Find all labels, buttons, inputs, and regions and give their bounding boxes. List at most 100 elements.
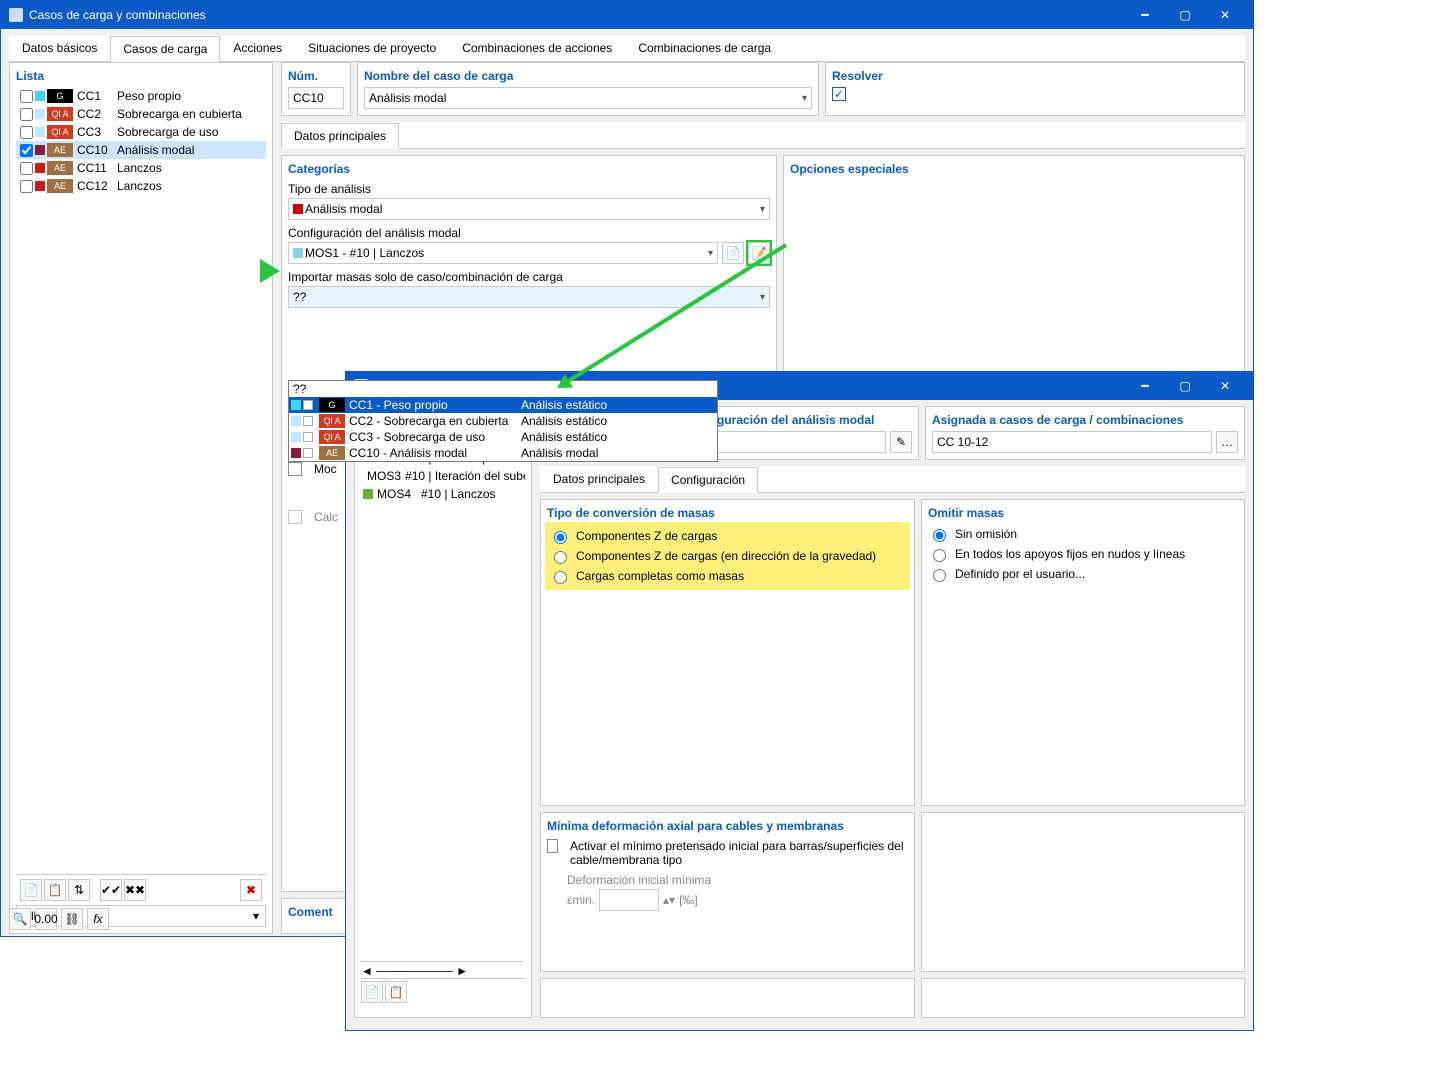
mass-opt-1[interactable]	[554, 551, 567, 564]
new-icon[interactable]: 📄	[20, 879, 42, 901]
row-checkbox[interactable]	[20, 162, 33, 175]
dropdown-row[interactable]: G CC1 - Peso propio Análisis estático	[289, 397, 717, 413]
tab-comb-carga[interactable]: Combinaciones de carga	[625, 35, 784, 61]
sort-icon[interactable]: ⇅	[68, 879, 90, 901]
row-checkbox[interactable]	[20, 126, 33, 139]
load-case-list-panel: Lista G CC1 Peso propio Ql A CC2 Sobreca…	[9, 62, 273, 934]
eps-label: εmin.	[567, 893, 595, 907]
num-label: Núm.	[288, 69, 344, 83]
omit-opt-1[interactable]	[933, 549, 946, 562]
load-case-row[interactable]: AE CC11 Lanczos	[16, 159, 266, 177]
list-header: Lista	[16, 69, 266, 83]
modal-tab-datos[interactable]: Datos principales	[540, 466, 658, 492]
name-select[interactable]: Análisis modal ▾	[364, 87, 812, 109]
load-case-row[interactable]: Ql A CC2 Sobrecarga en cubierta	[16, 105, 266, 123]
empty-panel-3	[921, 978, 1245, 1018]
subtab-datos-principales[interactable]: Datos principales	[281, 123, 399, 149]
modal-close-button[interactable]: ✕	[1205, 372, 1245, 400]
name-label: Nombre del caso de carga	[364, 69, 812, 83]
close-button[interactable]: ✕	[1205, 1, 1245, 29]
assigned-label: Asignada a casos de carga / combinacione…	[932, 413, 1238, 427]
mos-list[interactable]: MOS1 #10 | Lanczos MOS2 #10 | Raíz del p…	[361, 431, 525, 961]
num-input[interactable]	[288, 87, 344, 109]
category-badge: Ql A	[47, 107, 73, 121]
dropdown-row[interactable]: ??	[289, 381, 717, 397]
edit-name-icon[interactable]: ✎	[890, 431, 912, 453]
assigned-browse-icon[interactable]: …	[1216, 431, 1238, 453]
tab-acciones[interactable]: Acciones	[220, 35, 295, 61]
omit-opt-2[interactable]	[933, 569, 946, 582]
tab-datos-basicos[interactable]: Datos básicos	[9, 35, 110, 61]
omit-opt-1-label: En todos los apoyos fijos en nudos y lín…	[955, 547, 1185, 561]
app-icon	[9, 8, 23, 22]
dropdown-row[interactable]: Ql A CC3 - Sobrecarga de uso Análisis es…	[289, 429, 717, 445]
precision-icon[interactable]: 0.00	[35, 908, 57, 930]
fx-icon[interactable]: fx	[87, 908, 109, 930]
load-case-row[interactable]: AE CC12 Lanczos	[16, 177, 266, 195]
tipo-value: Análisis modal	[305, 202, 382, 216]
omit-header: Omitir masas	[928, 506, 1238, 520]
mass-opt-2-label: Cargas completas como masas	[576, 569, 744, 583]
check-all-icon[interactable]: ✔✔	[100, 879, 122, 901]
mos-copy-icon[interactable]: 📋	[385, 981, 407, 1003]
mos-row[interactable]: MOS3 #10 | Iteración del subespa	[361, 467, 525, 485]
new-config-icon[interactable]: 📄	[722, 242, 744, 264]
dropdown-row[interactable]: Ql A CC2 - Sobrecarga en cubierta Anális…	[289, 413, 717, 429]
modal-maximize-button[interactable]: ▢	[1165, 372, 1205, 400]
cc-name: Sobrecarga en cubierta	[117, 107, 242, 121]
color-swatch	[35, 145, 45, 155]
import-dropdown[interactable]: ?? G CC1 - Peso propio Análisis estático…	[288, 380, 718, 462]
mos-new-icon[interactable]: 📄	[361, 981, 383, 1003]
tab-comb-acciones[interactable]: Combinaciones de acciones	[449, 35, 625, 61]
color-swatch	[35, 91, 45, 101]
cc-name: Lanczos	[117, 179, 162, 193]
tab-situaciones[interactable]: Situaciones de proyecto	[295, 35, 449, 61]
category-badge: AE	[47, 179, 73, 193]
modal-tab-config[interactable]: Configuración	[658, 467, 758, 493]
mass-opt-0-label: Componentes Z de cargas	[576, 529, 717, 543]
assigned-input[interactable]	[932, 431, 1212, 453]
opciones-esp-header: Opciones especiales	[790, 162, 1238, 176]
calc-checkbox[interactable]	[288, 510, 302, 524]
axial-def-label: Deformación inicial mínima	[567, 873, 908, 887]
config-label: Configuración del análisis modal	[288, 226, 770, 240]
mass-opt-2[interactable]	[554, 571, 567, 584]
dropdown-row[interactable]: AE CC10 - Análisis modal Análisis modal	[289, 445, 717, 461]
mos-label: #10 | Iteración del subespa	[405, 469, 525, 483]
modal-minimize-button[interactable]: ━	[1125, 372, 1165, 400]
search-icon[interactable]: 🔍	[9, 908, 31, 930]
config-value: MOS1 - #10 | Lanczos	[305, 246, 424, 260]
load-case-list[interactable]: G CC1 Peso propio Ql A CC2 Sobrecarga en…	[16, 87, 266, 874]
load-case-row[interactable]: G CC1 Peso propio	[16, 87, 266, 105]
mos-id: MOS3	[367, 469, 401, 483]
mos-row[interactable]: MOS4 #10 | Lanczos	[361, 485, 525, 503]
tree-icon[interactable]: ⛓	[61, 908, 83, 930]
row-checkbox[interactable]	[20, 90, 33, 103]
uncheck-all-icon[interactable]: ✖✖	[124, 879, 146, 901]
row-checkbox[interactable]	[20, 180, 33, 193]
color-swatch	[35, 127, 45, 137]
tipo-analisis-select[interactable]: Análisis modal ▾	[288, 198, 770, 220]
window-title: Casos de carga y combinaciones	[29, 8, 206, 22]
load-case-row[interactable]: Ql A CC3 Sobrecarga de uso	[16, 123, 266, 141]
row-checkbox[interactable]	[20, 108, 33, 121]
config-select[interactable]: MOS1 - #10 | Lanczos ▾	[288, 242, 718, 264]
delete-icon[interactable]: ✖	[240, 879, 262, 901]
omit-opt-0-label: Sin omisión	[955, 527, 1017, 541]
copy-icon[interactable]: 📋	[44, 879, 66, 901]
resolver-checkbox[interactable]: ✓	[832, 87, 846, 101]
moc-checkbox[interactable]	[288, 462, 302, 476]
axial-checkbox[interactable]	[547, 839, 558, 853]
row-checkbox[interactable]	[20, 144, 33, 157]
omit-opt-0[interactable]	[933, 529, 946, 542]
minimize-button[interactable]: ━	[1125, 1, 1165, 29]
load-case-row[interactable]: AE CC10 Análisis modal	[16, 141, 266, 159]
mass-opt-0[interactable]	[554, 531, 567, 544]
main-titlebar: Casos de carga y combinaciones ━ ▢ ✕	[1, 1, 1253, 29]
moc-label: Moc	[314, 462, 337, 476]
mos-list-panel: Lista MOS1 #10 | Lanczos MOS2 #10 | Raíz…	[354, 406, 532, 1018]
maximize-button[interactable]: ▢	[1165, 1, 1205, 29]
cc-id: CC3	[77, 125, 113, 139]
tab-casos-de-carga[interactable]: Casos de carga	[110, 36, 220, 62]
cc-id: CC10	[77, 143, 113, 157]
